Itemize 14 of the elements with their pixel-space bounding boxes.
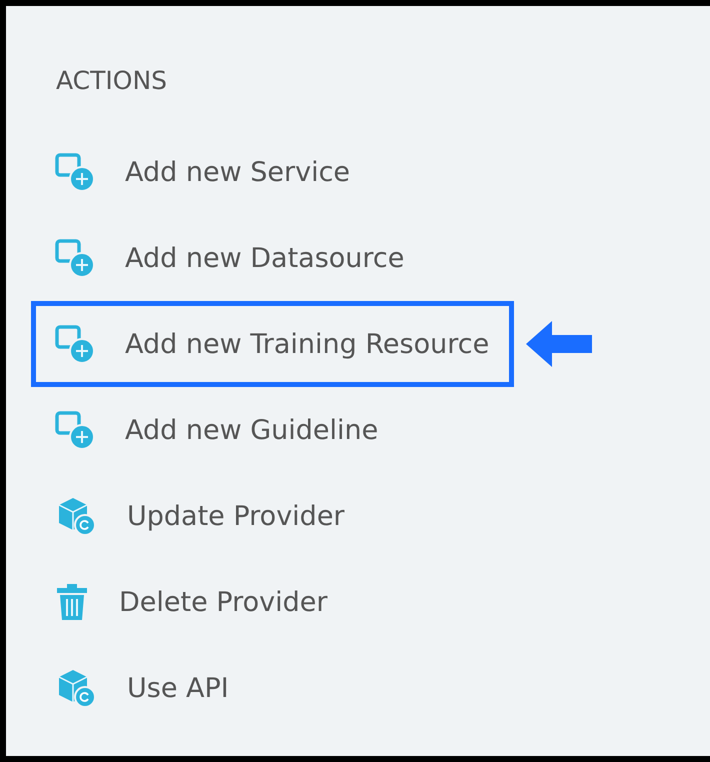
add-window-icon — [55, 324, 95, 364]
action-item[interactable]: Add new Training Resource — [31, 301, 514, 387]
action-item[interactable]: Delete Provider — [31, 559, 352, 645]
add-window-icon — [55, 238, 95, 278]
action-item[interactable]: Add new Service — [31, 129, 376, 215]
action-item[interactable]: Add new Guideline — [31, 387, 404, 473]
trash-icon — [55, 582, 89, 622]
action-item[interactable]: Update Provider — [31, 473, 370, 559]
action-item[interactable]: Use API — [31, 645, 254, 731]
action-item[interactable]: Add new Datasource — [31, 215, 430, 301]
arrow-icon — [526, 321, 592, 367]
add-window-icon — [55, 152, 95, 192]
section-heading: ACTIONS — [56, 66, 168, 97]
add-window-icon — [55, 410, 95, 450]
